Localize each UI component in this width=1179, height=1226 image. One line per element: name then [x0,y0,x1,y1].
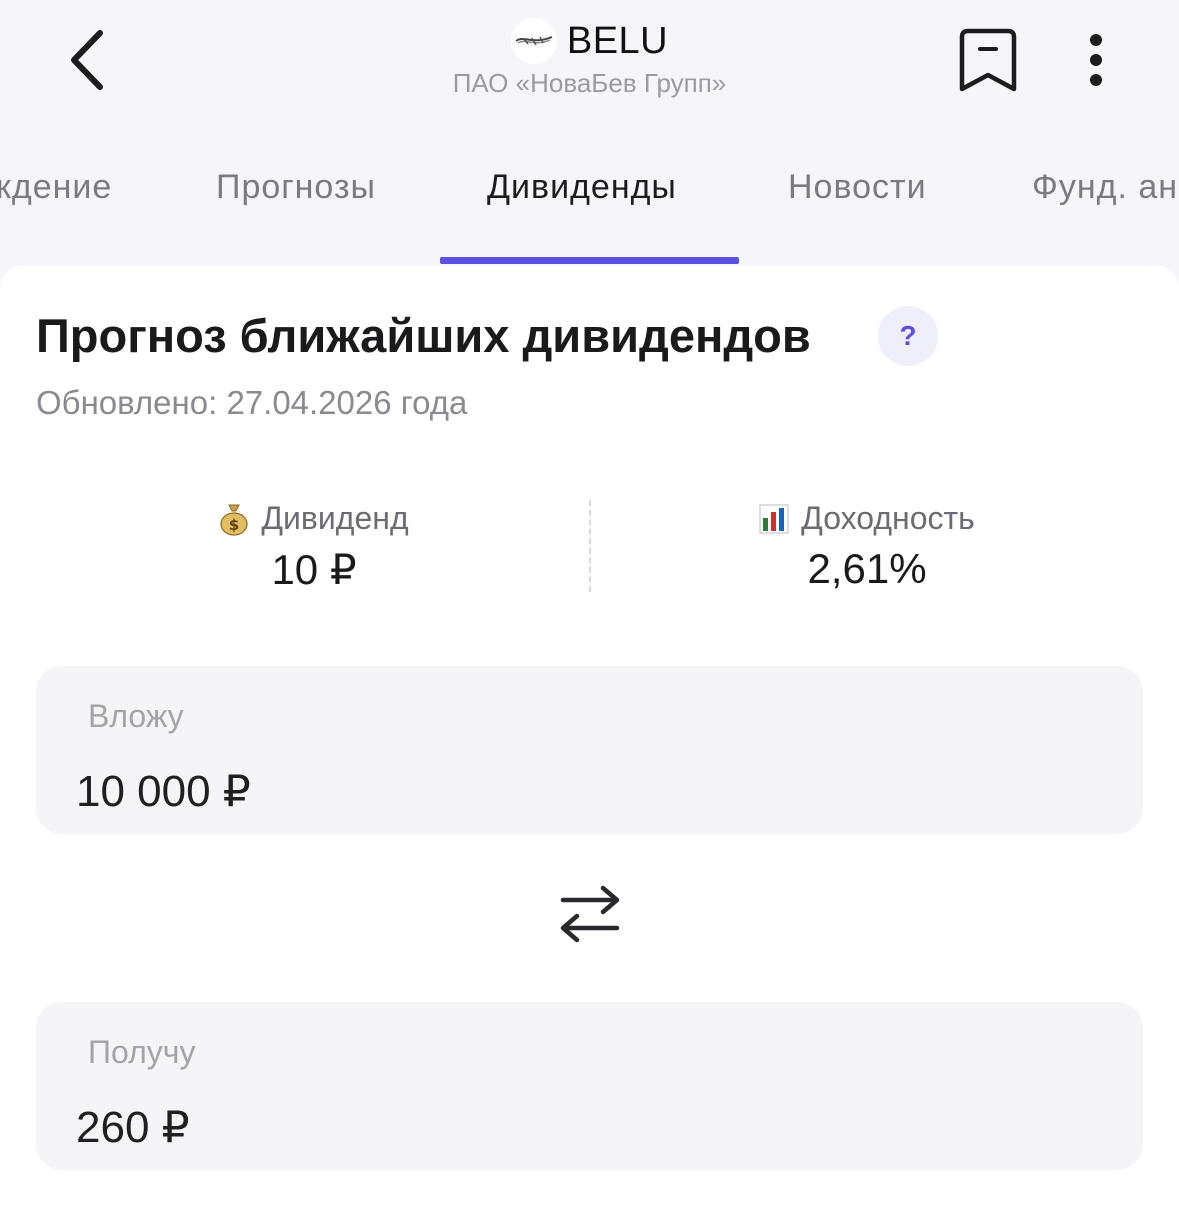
dividend-stat: $ Дивиденд 10 ₽ [114,500,514,594]
more-options-button[interactable] [1068,26,1124,94]
bookmark-button[interactable] [952,24,1024,96]
brand-logo-icon [515,36,553,46]
receive-label: Получу [88,1034,196,1070]
help-button[interactable]: ? [878,306,938,366]
swap-button[interactable] [552,876,628,952]
yield-label: Доходность [801,500,975,536]
tab-fundamental[interactable]: Фунд. ан [1032,168,1178,207]
invest-label: Вложу [88,698,184,734]
dividend-forecast-card: Прогноз ближайших дивидендов ? Обновлено… [0,266,1179,1226]
receive-field[interactable]: Получу 260 ₽ [36,1002,1143,1170]
yield-value: 2,61% [807,545,927,592]
section-tabs: кдение Прогнозы Дивиденды Новости Фунд. … [0,140,1179,264]
card-title: Прогноз ближайших дивидендов [36,309,811,362]
invest-field[interactable]: Вложу 10 000 ₽ [36,666,1143,834]
money-bag-icon: $ [220,504,248,536]
svg-text:$: $ [229,516,239,534]
top-bar: BELU ПАО «НоваБев Групп» [0,0,1179,130]
dividend-value: 10 ₽ [271,546,357,593]
receive-value: 260 ₽ [76,1103,190,1152]
ticker-title: BELU [566,19,669,62]
tab-overview[interactable]: кдение [0,168,112,207]
stats-divider [589,500,591,592]
question-icon: ? [899,320,917,351]
bar-chart-icon [759,504,789,533]
tab-news[interactable]: Новости [788,168,927,207]
company-logo [510,18,557,64]
tab-forecasts[interactable]: Прогнозы [216,168,376,207]
dividend-label: Дивиденд [261,500,409,536]
swap-arrows-icon [560,885,620,943]
yield-stat: Доходность 2,61% [667,500,1067,593]
company-name: ПАО «НоваБев Групп» [452,68,727,98]
updated-date: Обновлено: 27.04.2026 года [36,384,468,421]
more-vertical-icon [1090,34,1102,86]
bookmark-icon [959,28,1017,92]
active-tab-indicator [440,257,739,264]
invest-value: 10 000 ₽ [76,767,251,816]
tab-dividends[interactable]: Дивиденды [487,168,677,207]
